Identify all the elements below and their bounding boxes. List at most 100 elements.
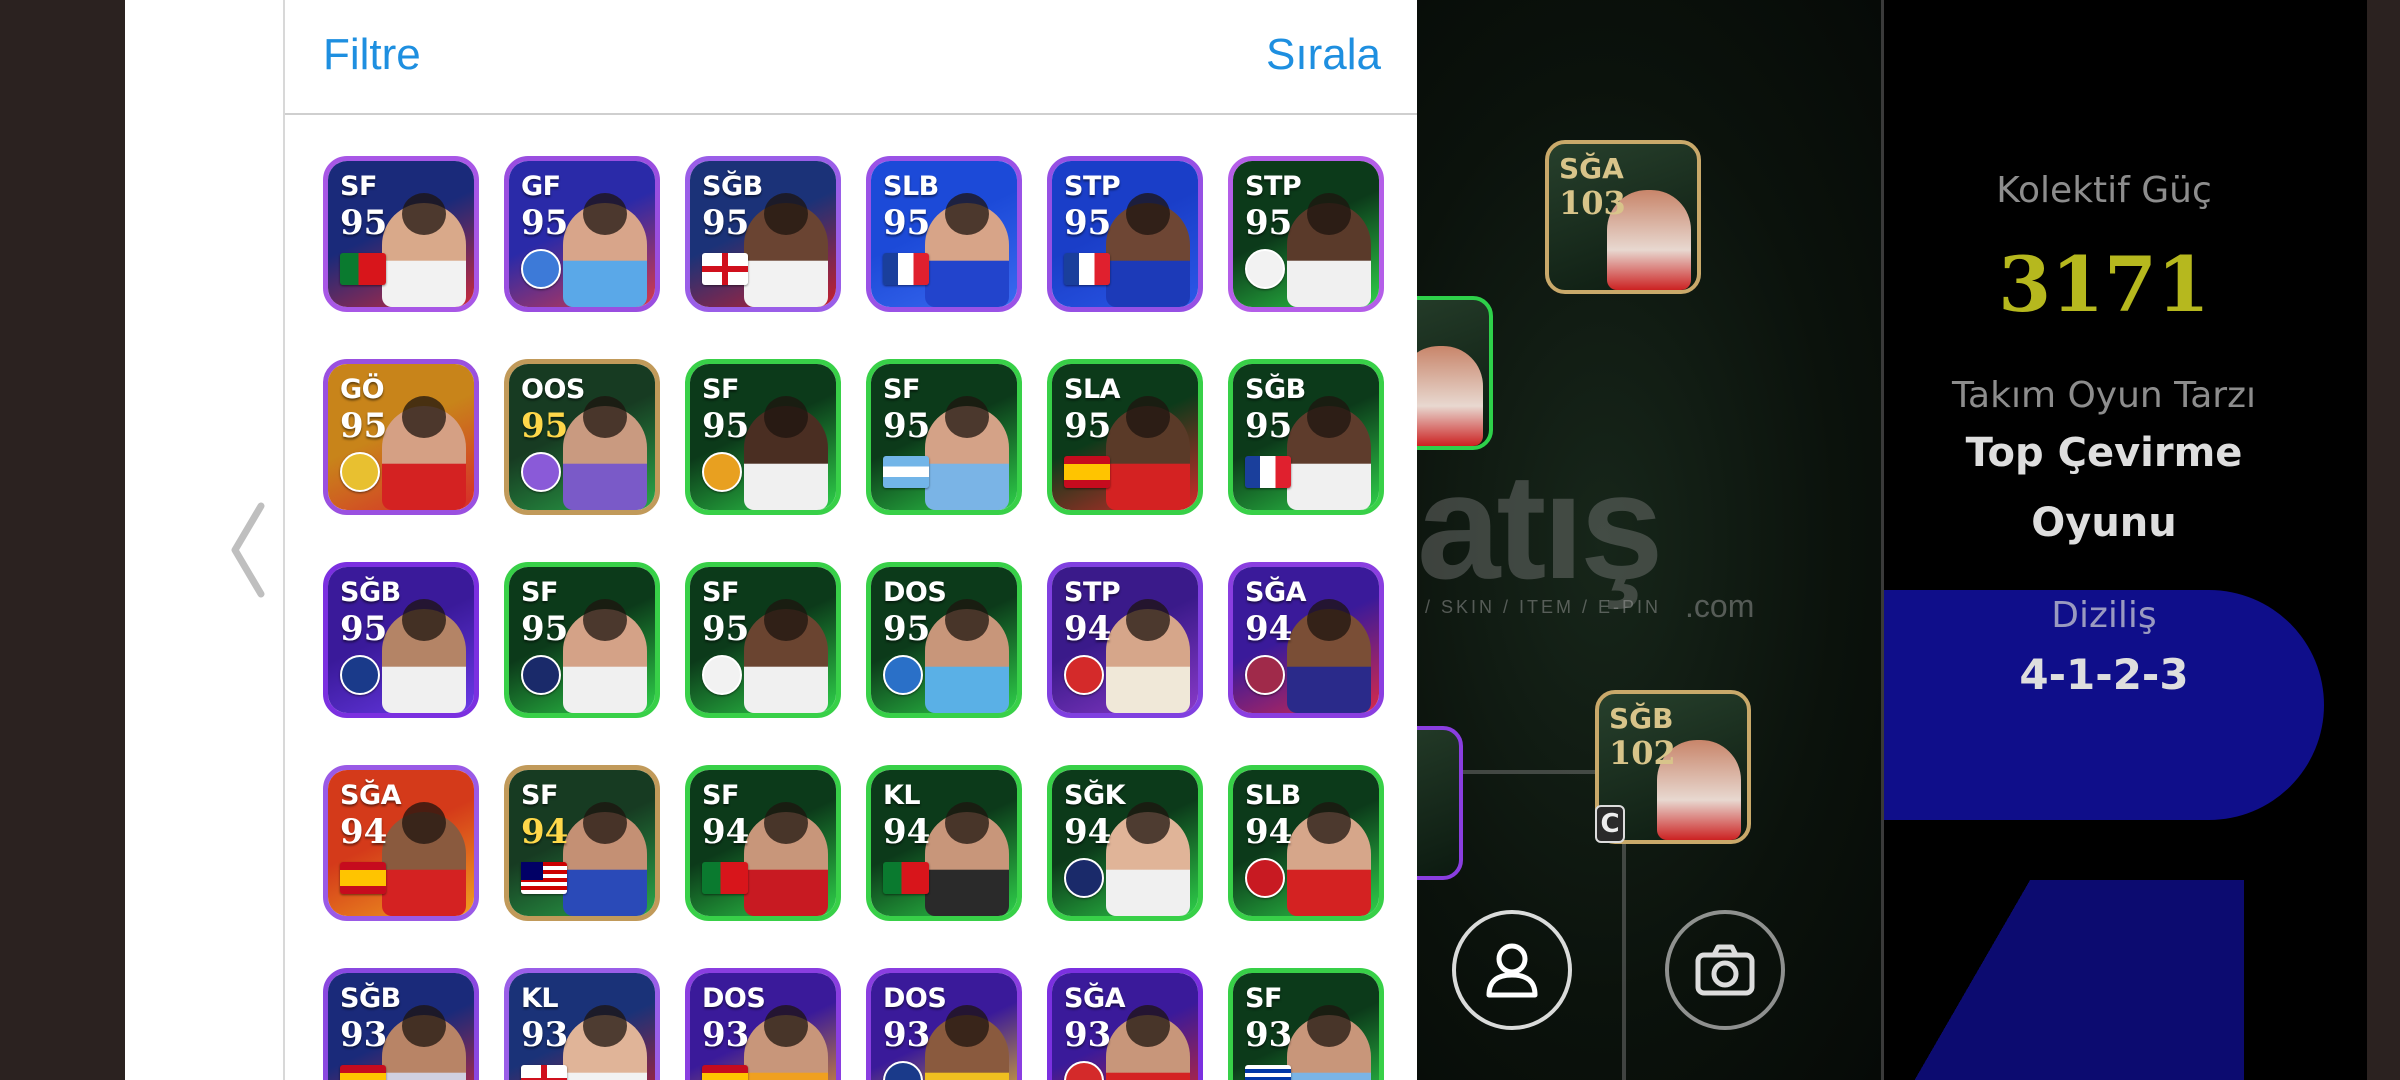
player-card[interactable]: GÖ 95: [323, 359, 479, 515]
player-card[interactable]: DOS 95: [866, 562, 1022, 718]
flag-england-icon: [702, 253, 748, 285]
player-portrait: [925, 802, 1009, 916]
flag-france-icon: [1064, 253, 1110, 285]
player-portrait: [382, 396, 466, 510]
player-card[interactable]: SF 95: [866, 359, 1022, 515]
player-card[interactable]: KL 94: [866, 765, 1022, 921]
player-card[interactable]: SĞA 94: [323, 765, 479, 921]
player-rating: 95: [883, 406, 931, 446]
player-rating: 94: [521, 812, 569, 852]
player-rating: 95: [883, 609, 931, 649]
player-card[interactable]: GF 95: [504, 156, 660, 312]
camera-button[interactable]: [1665, 910, 1785, 1030]
player-portrait: [744, 193, 828, 307]
player-card[interactable]: STP 95: [1228, 156, 1384, 312]
player-card[interactable]: SF 95: [504, 562, 660, 718]
player-card[interactable]: SF 95: [685, 359, 841, 515]
player-rating: 95: [521, 203, 569, 243]
player-position: SĞB: [1245, 374, 1306, 405]
pitch-player-card[interactable]: [1417, 726, 1463, 880]
player-rating: 94: [1064, 609, 1112, 649]
player-card[interactable]: SF 94: [685, 765, 841, 921]
club-crest-icon: [702, 655, 742, 695]
sort-button[interactable]: Sırala: [1266, 30, 1381, 80]
player-position: SLB: [883, 171, 939, 202]
player-rating: 93: [521, 1015, 569, 1055]
profile-button[interactable]: [1452, 910, 1572, 1030]
player-position: SF: [702, 780, 739, 811]
player-portrait: [925, 599, 1009, 713]
player-position: SĞA: [1559, 152, 1624, 185]
pitch-player-card[interactable]: [1417, 296, 1493, 450]
player-position: DOS: [883, 577, 947, 608]
pitch-player-card[interactable]: SĞA 103: [1545, 140, 1701, 294]
flag-france-icon: [1245, 456, 1291, 488]
player-card[interactable]: SF 95: [685, 562, 841, 718]
club-crest-icon: [521, 655, 561, 695]
profile-icon: [1486, 943, 1538, 998]
player-position: SĞB: [702, 171, 763, 202]
player-select-panel: Filtre Sırala SF 95 GF 95 SĞB 95 SLB 95 STP 95 STP…: [283, 0, 1417, 1080]
player-rating: 95: [521, 609, 569, 649]
player-rating: 94: [702, 812, 750, 852]
player-card[interactable]: STP 95: [1047, 156, 1203, 312]
player-portrait: [744, 802, 828, 916]
player-rating: 94: [340, 812, 388, 852]
playstyle-value-line2: Oyunu: [2031, 500, 2177, 546]
player-position: DOS: [883, 983, 947, 1014]
player-card[interactable]: SĞB 95: [1228, 359, 1384, 515]
player-card[interactable]: SĞB 95: [685, 156, 841, 312]
player-portrait: [1106, 802, 1190, 916]
player-portrait: [1287, 193, 1371, 307]
captain-badge: C: [1595, 805, 1625, 843]
player-position: SĞB: [340, 577, 401, 608]
player-portrait: [382, 193, 466, 307]
player-rating: 94: [883, 812, 931, 852]
player-card[interactable]: SĞK 94: [1047, 765, 1203, 921]
flag-malaysia-icon: [521, 862, 567, 894]
player-card[interactable]: DOS 93: [866, 968, 1022, 1080]
player-rating: 93: [340, 1015, 388, 1055]
filter-button[interactable]: Filtre: [323, 30, 421, 80]
player-position: SLA: [1064, 374, 1121, 405]
flag-spain-icon: [340, 862, 386, 894]
club-crest-icon: [1064, 858, 1104, 898]
player-card[interactable]: SĞB 93: [323, 968, 479, 1080]
playstyle-label: Takım Oyun Tarzı: [1952, 375, 2256, 416]
player-position: SĞK: [1064, 780, 1126, 811]
player-position: KL: [521, 983, 559, 1014]
player-card[interactable]: DOS 93: [685, 968, 841, 1080]
player-rating: 95: [340, 609, 388, 649]
player-card[interactable]: SLB 95: [866, 156, 1022, 312]
player-card[interactable]: SĞA 93: [1047, 968, 1203, 1080]
flag-argentina-icon: [883, 456, 929, 488]
player-card[interactable]: SLB 94: [1228, 765, 1384, 921]
flag-portugal-icon: [883, 862, 929, 894]
player-position: SF: [521, 780, 558, 811]
flag-spain-icon: [340, 1065, 386, 1080]
previous-page-arrow[interactable]: [222, 500, 272, 600]
player-rating: 93: [702, 1015, 750, 1055]
player-position: STP: [1064, 577, 1121, 608]
camera-icon: [1695, 944, 1755, 996]
player-position: SF: [521, 577, 558, 608]
player-card[interactable]: SĞA 94: [1228, 562, 1384, 718]
player-rating: 93: [1245, 1015, 1293, 1055]
player-card[interactable]: SLA 95: [1047, 359, 1203, 515]
player-position: SLB: [1245, 780, 1301, 811]
player-card[interactable]: SF 93: [1228, 968, 1384, 1080]
player-rating: 95: [702, 609, 750, 649]
club-crest-icon: [340, 452, 380, 492]
player-portrait: [382, 802, 466, 916]
player-portrait: [1106, 193, 1190, 307]
formation-label: Diziliş: [2051, 595, 2157, 636]
player-card-grid: SF 95 GF 95 SĞB 95 SLB 95 STP 95 STP 95 GÖ 95 OOS 95 SF 9…: [323, 156, 1384, 1080]
player-card[interactable]: SĞB 95: [323, 562, 479, 718]
player-card[interactable]: OOS 95: [504, 359, 660, 515]
player-card[interactable]: SF 95: [323, 156, 479, 312]
player-position: STP: [1064, 171, 1121, 202]
player-card[interactable]: KL 93: [504, 968, 660, 1080]
player-card[interactable]: STP 94: [1047, 562, 1203, 718]
player-position: SĞA: [340, 780, 402, 811]
player-card[interactable]: SF 94: [504, 765, 660, 921]
